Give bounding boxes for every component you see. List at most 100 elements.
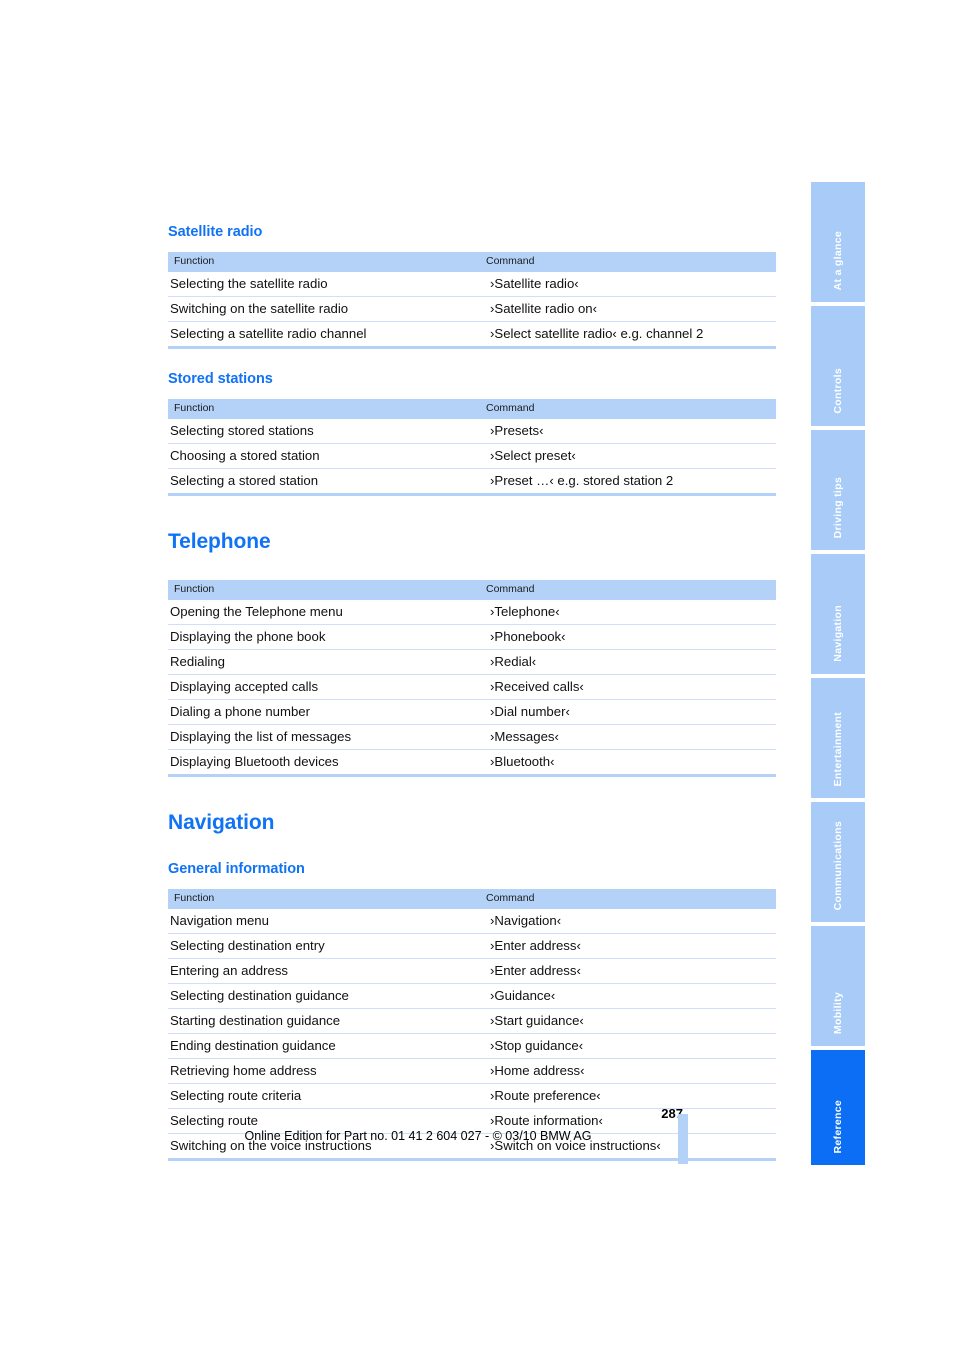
cell-function: Displaying accepted calls bbox=[168, 674, 480, 700]
column-header-command: Command bbox=[480, 399, 776, 419]
table-header-row: Function Command bbox=[168, 399, 776, 419]
cell-function: Selecting the satellite radio bbox=[170, 276, 328, 291]
chapter-tab-mobility[interactable]: Mobility bbox=[811, 926, 865, 1046]
chapter-tab-at-a-glance[interactable]: At a glance bbox=[811, 182, 865, 302]
column-header-command: Command bbox=[480, 252, 776, 272]
cell-function: Opening the Telephone menu bbox=[170, 604, 343, 619]
table-header-row: Function Command bbox=[168, 889, 776, 909]
cell-command: ›Select preset‹ bbox=[480, 443, 776, 469]
cell-command: ›Guidance‹ bbox=[480, 983, 776, 1009]
cell-command: ›Enter address‹ bbox=[480, 958, 776, 984]
cell-command: ›Route preference‹ bbox=[480, 1083, 776, 1109]
cell-function: Navigation menu bbox=[170, 913, 269, 928]
cell-function: Selecting stored stations bbox=[170, 423, 314, 438]
cell-function: Ending destination guidance bbox=[168, 1033, 480, 1059]
cell-command: ›Start guidance‹ bbox=[480, 1008, 776, 1034]
cell-function: Selecting route criteria bbox=[168, 1083, 480, 1109]
cell-function: Retrieving home address bbox=[168, 1058, 480, 1084]
cell-function: Displaying the list of messages bbox=[168, 724, 480, 750]
chapter-tabs: At a glance Controls Driving tips Naviga… bbox=[811, 182, 865, 1165]
table-row: Displaying accepted calls ›Received call… bbox=[168, 674, 776, 700]
heading-satellite-radio: Satellite radio bbox=[168, 224, 263, 240]
tab-label-wrap: Entertainment bbox=[811, 678, 865, 798]
table-row: Selecting destination guidance ›Guidance… bbox=[168, 983, 776, 1009]
table-row: Selecting route criteria ›Route preferen… bbox=[168, 1083, 776, 1109]
table-row: Entering an address ›Enter address‹ bbox=[168, 958, 776, 984]
column-header-function: Function bbox=[168, 580, 480, 600]
cell-command: ›Phonebook‹ bbox=[480, 624, 776, 650]
cell-command: ›Navigation‹ bbox=[490, 913, 562, 928]
cell-function: Selecting destination guidance bbox=[168, 983, 480, 1009]
cell-function: Selecting a stored station bbox=[168, 468, 480, 495]
chapter-tab-label: Driving tips bbox=[832, 476, 844, 538]
table-row: Switching on the satellite radio ›Satell… bbox=[168, 296, 776, 322]
cell-command: ›Enter address‹ bbox=[480, 933, 776, 959]
table-row: Navigation menu ›Navigation‹ bbox=[168, 909, 776, 934]
cell-function: Choosing a stored station bbox=[168, 443, 480, 469]
cell-command: ›Select satellite radio‹ e.g. channel 2 bbox=[480, 321, 776, 348]
cell-command: ›Stop guidance‹ bbox=[480, 1033, 776, 1059]
chapter-tab-reference[interactable]: Reference bbox=[811, 1050, 865, 1165]
cell-command: ›Satellite radio‹ bbox=[490, 276, 579, 291]
chapter-tab-label: Mobility bbox=[832, 991, 844, 1034]
cell-function: Starting destination guidance bbox=[168, 1008, 480, 1034]
column-header-function: Function bbox=[168, 889, 480, 909]
cell-command: ›Dial number‹ bbox=[480, 699, 776, 725]
column-header-function: Function bbox=[168, 399, 480, 419]
cell-function: Selecting a satellite radio channel bbox=[168, 321, 480, 348]
table-row: Displaying the phone book ›Phonebook‹ bbox=[168, 624, 776, 650]
table-row: Displaying the list of messages ›Message… bbox=[168, 724, 776, 750]
heading-general-information: General information bbox=[168, 861, 305, 877]
table-row: Opening the Telephone menu ›Telephone‹ bbox=[168, 600, 776, 625]
cell-function: Displaying the phone book bbox=[168, 624, 480, 650]
tab-label-wrap: At a glance bbox=[811, 182, 865, 302]
cell-function: Redialing bbox=[168, 649, 480, 675]
chapter-tab-label: Reference bbox=[832, 1099, 844, 1153]
chapter-tab-entertainment[interactable]: Entertainment bbox=[811, 678, 865, 798]
manual-page: Satellite radio Function Command Selecti… bbox=[0, 0, 954, 1350]
table-row: Redialing ›Redial‹ bbox=[168, 649, 776, 675]
chapter-tab-label: Controls bbox=[832, 368, 844, 414]
cell-command: ›Preset …‹ e.g. stored station 2 bbox=[480, 468, 776, 495]
footer: 287 bbox=[168, 1106, 688, 1122]
cell-command: ›Redial‹ bbox=[480, 649, 776, 675]
column-header-command: Command bbox=[480, 889, 776, 909]
table-header-row: Function Command bbox=[168, 580, 776, 600]
cell-command: ›Satellite radio on‹ bbox=[480, 296, 776, 322]
tab-label-wrap: Controls bbox=[811, 306, 865, 426]
cell-function: Displaying Bluetooth devices bbox=[168, 749, 480, 776]
chapter-tab-label: At a glance bbox=[832, 230, 844, 290]
cell-function: Dialing a phone number bbox=[168, 699, 480, 725]
chapter-tab-controls[interactable]: Controls bbox=[811, 306, 865, 426]
chapter-tab-driving-tips[interactable]: Driving tips bbox=[811, 430, 865, 550]
cell-command: ›Received calls‹ bbox=[480, 674, 776, 700]
table-stored-stations: Function Command Selecting stored statio… bbox=[168, 399, 776, 496]
page-number: 287 bbox=[661, 1106, 683, 1121]
tab-label-wrap: Communications bbox=[811, 802, 865, 922]
chapter-tab-communications[interactable]: Communications bbox=[811, 802, 865, 922]
cell-command: ›Messages‹ bbox=[480, 724, 776, 750]
table-row: Ending destination guidance ›Stop guidan… bbox=[168, 1033, 776, 1059]
heading-navigation: Navigation bbox=[168, 811, 275, 834]
tab-label-wrap: Navigation bbox=[811, 554, 865, 674]
cell-function: Selecting destination entry bbox=[168, 933, 480, 959]
heading-telephone: Telephone bbox=[168, 530, 271, 553]
chapter-tab-label: Entertainment bbox=[832, 711, 844, 787]
table-row: Displaying Bluetooth devices ›Bluetooth‹ bbox=[168, 749, 776, 776]
chapter-tab-navigation[interactable]: Navigation bbox=[811, 554, 865, 674]
page-content: Satellite radio Function Command Selecti… bbox=[168, 224, 776, 1161]
tab-label-wrap: Mobility bbox=[811, 926, 865, 1046]
table-row: Choosing a stored station ›Select preset… bbox=[168, 443, 776, 469]
cell-command: ›Home address‹ bbox=[480, 1058, 776, 1084]
heading-stored-stations: Stored stations bbox=[168, 371, 273, 387]
table-row: Retrieving home address ›Home address‹ bbox=[168, 1058, 776, 1084]
table-row: Selecting a stored station ›Preset …‹ e.… bbox=[168, 468, 776, 495]
